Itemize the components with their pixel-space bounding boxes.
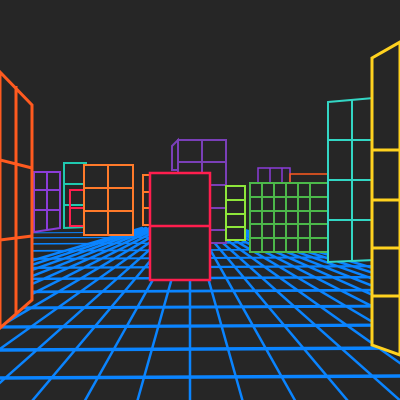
left-wall-building	[0, 69, 34, 330]
center-crimson-building	[148, 171, 212, 282]
wireframe-city-scene	[0, 0, 400, 400]
lime-building	[225, 185, 246, 241]
floor-grid-row	[0, 323, 400, 329]
floor-grid-row	[0, 374, 400, 380]
right-yellow-building	[370, 40, 400, 357]
center-left-orange-building	[83, 164, 134, 236]
green-building	[249, 182, 331, 253]
right-teal-building	[327, 96, 375, 264]
